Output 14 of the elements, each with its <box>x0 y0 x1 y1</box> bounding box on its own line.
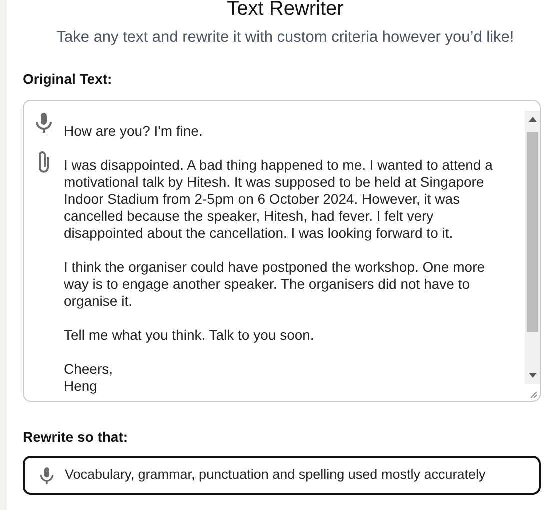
scrollbar[interactable] <box>525 111 540 384</box>
page-title: Text Rewriter <box>227 0 344 20</box>
paperclip-icon[interactable] <box>36 149 52 175</box>
criteria-input[interactable]: Vocabulary, grammar, punctuation and spelling used mostly accurately <box>65 465 535 486</box>
rewrite-criteria-label: Rewrite so that: <box>23 428 130 446</box>
scroll-down-icon[interactable] <box>528 373 536 378</box>
resize-handle-icon[interactable] <box>528 389 538 399</box>
original-text-label: Original Text: <box>23 70 114 88</box>
rewrite-criteria-field[interactable]: Vocabulary, grammar, punctuation and spelling used mostly accurately <box>23 456 541 495</box>
scroll-up-icon[interactable] <box>528 117 536 122</box>
scrollbar-thumb[interactable] <box>527 132 538 332</box>
page-subtitle: Take any text and rewrite it with custom criteria however you’d like! <box>56 28 514 48</box>
original-text-field[interactable]: How are you? I'm fine. I was disappointed. A bad thing happened to me. I wanted to attend a motivational talk by Hitesh. It was supposed to be held at Singapore Indoor Stadium from 2-5pm on 6 October 2024. However, it was cancelled because the speaker, Hitesh, had fever. I felt very disappointed about the cancellation. I was looking forward to it. I think the organiser could have postponed the workshop. One more way is to engage another speaker. The organisers did not have to organise it. Tell me what you think. Talk to you soon. Cheers, Heng <box>64 123 525 399</box>
original-text-box[interactable] <box>23 100 541 402</box>
